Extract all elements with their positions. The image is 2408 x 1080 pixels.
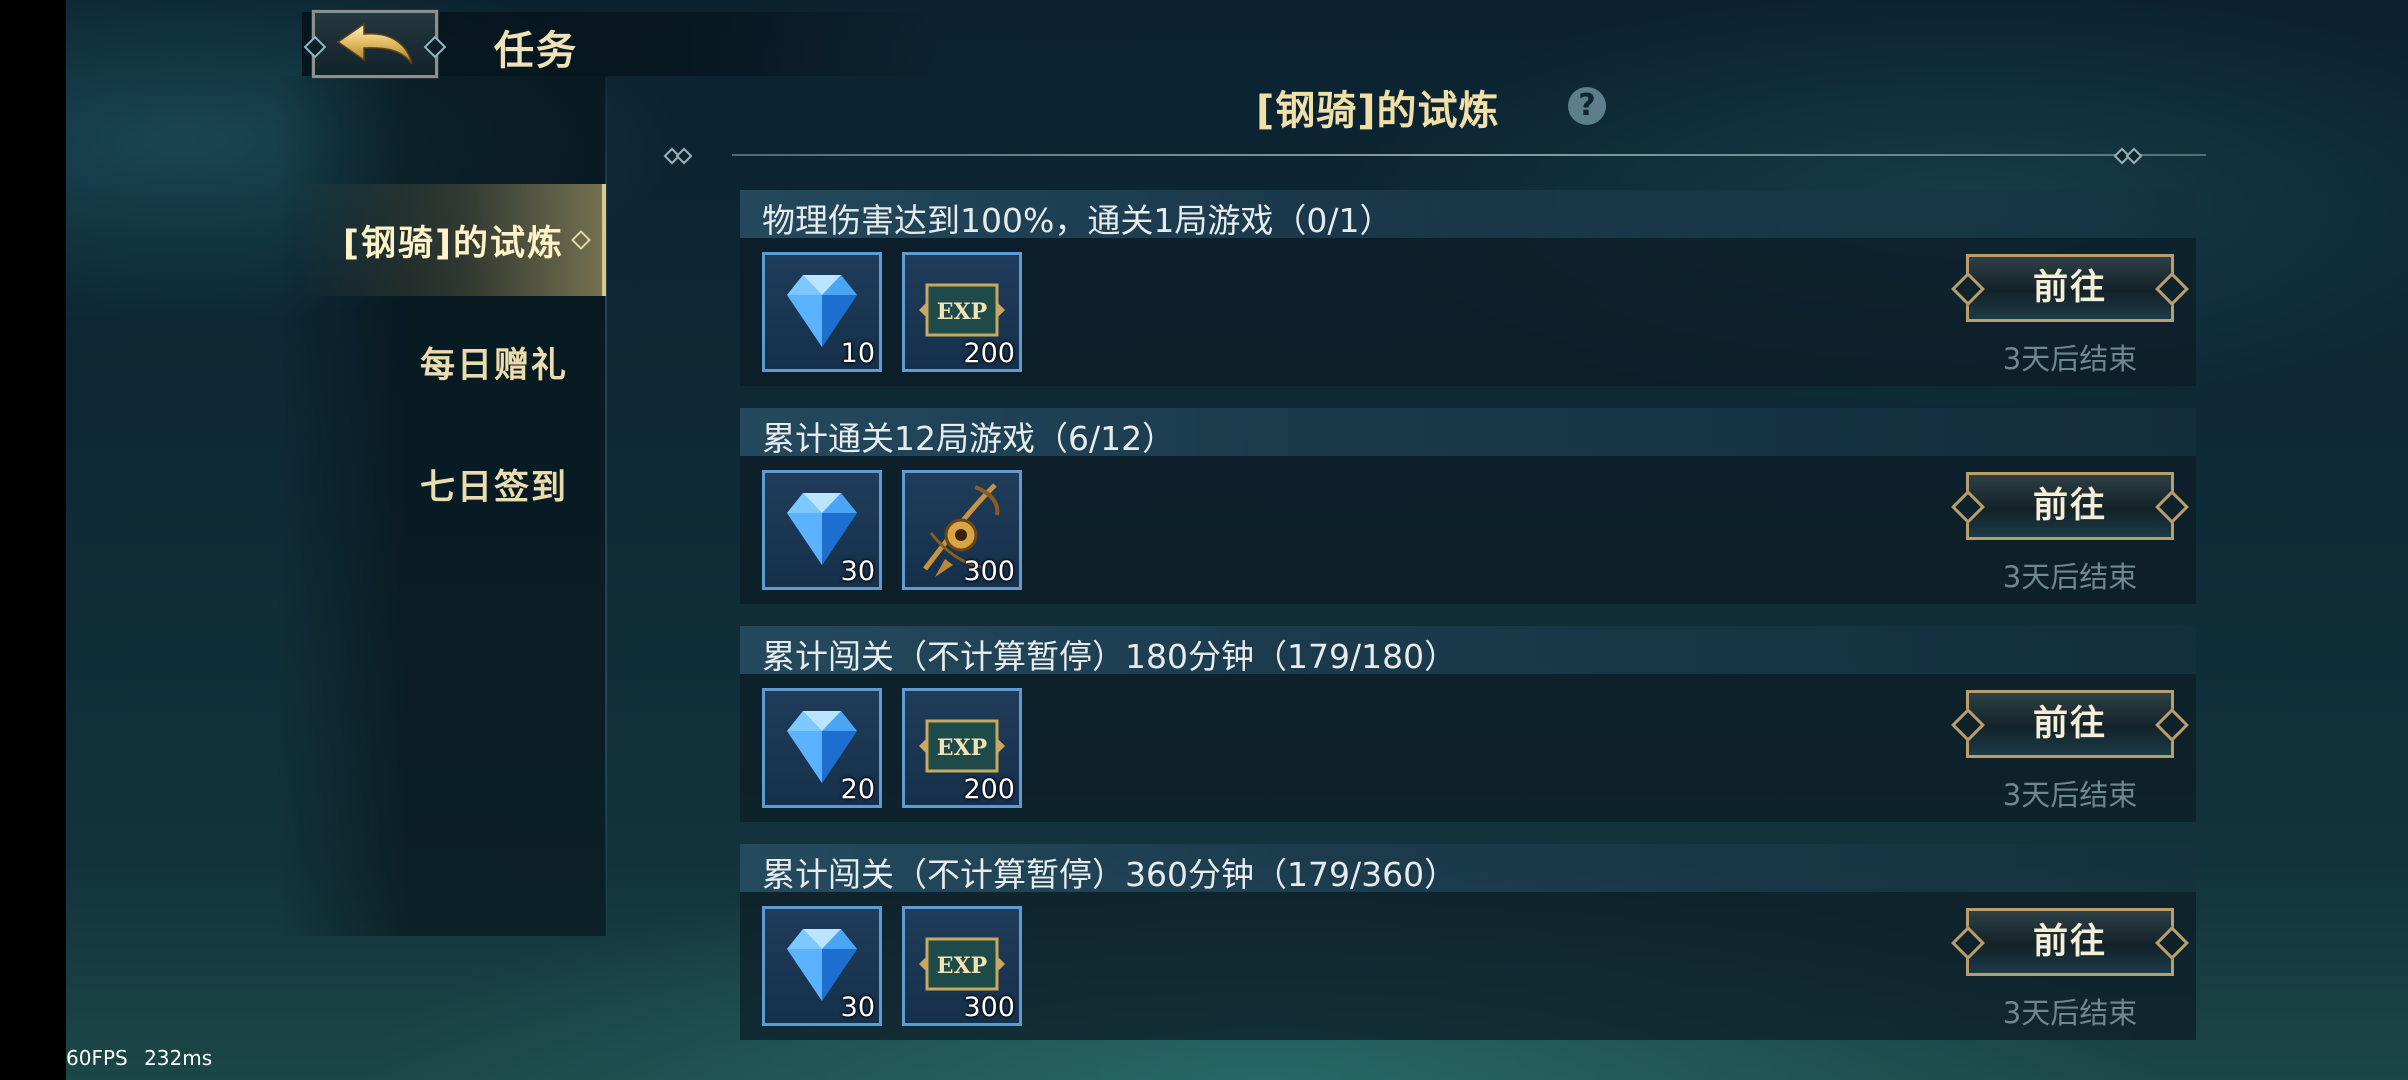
back-button[interactable] bbox=[303, 9, 447, 79]
go-button-label: 前往 bbox=[2032, 268, 2107, 308]
tab-label: 每日赠礼 bbox=[419, 345, 568, 386]
reward-count: 10 bbox=[840, 338, 875, 369]
reward-item[interactable]: EXP 200 bbox=[902, 252, 1022, 372]
tab-steel-knight-trial[interactable]: [钢骑]的试炼 bbox=[294, 184, 606, 296]
reward-item[interactable]: 300 bbox=[902, 470, 1022, 590]
task-header: 累计通关12局游戏（6/12） bbox=[740, 408, 2196, 458]
task-end-time: 3天后结束 bbox=[2002, 996, 2138, 1030]
title-divider bbox=[732, 154, 2206, 156]
page-title: 任务 bbox=[494, 28, 578, 74]
game-screen: 任务 [钢骑]的试炼 每日赠礼 七日签到 [钢骑]的试炼 ? 物理伤害达到100… bbox=[66, 0, 2408, 1080]
task-description: 累计闯关（不计算暂停）180分钟（179/180） bbox=[762, 637, 1458, 676]
go-button-label: 前往 bbox=[2032, 704, 2107, 744]
go-button-label: 前往 bbox=[2032, 922, 2107, 962]
task-end-time: 3天后结束 bbox=[2002, 560, 2138, 594]
divider-cap-icon bbox=[2125, 147, 2143, 165]
reward-count: 200 bbox=[963, 774, 1015, 805]
svg-text:EXP: EXP bbox=[937, 735, 987, 761]
fps-readout: 60FPS bbox=[66, 1046, 128, 1070]
tab-seven-day-signin[interactable]: 七日签到 bbox=[294, 428, 606, 540]
reward-item[interactable]: EXP 300 bbox=[902, 906, 1022, 1026]
help-question-icon[interactable]: ? bbox=[1568, 87, 1606, 125]
latency-readout: 232ms bbox=[144, 1046, 213, 1070]
fps-overlay: 60FPS 232ms bbox=[66, 1046, 212, 1070]
svg-text:EXP: EXP bbox=[937, 299, 987, 325]
task-card: 累计闯关（不计算暂停）180分钟（179/180） 20 EXP 200 前往 … bbox=[740, 626, 2196, 822]
reward-item[interactable]: EXP 200 bbox=[902, 688, 1022, 808]
reward-item[interactable]: 30 bbox=[762, 906, 882, 1026]
back-arrow-icon bbox=[336, 22, 413, 65]
reward-count: 20 bbox=[840, 774, 875, 805]
task-card: 累计闯关（不计算暂停）360分钟（179/360） 30 EXP 300 前往 … bbox=[740, 844, 2196, 1040]
tab-daily-gift[interactable]: 每日赠礼 bbox=[294, 306, 606, 418]
task-description: 物理伤害达到100%，通关1局游戏（0/1） bbox=[762, 201, 1393, 240]
task-end-time: 3天后结束 bbox=[2002, 342, 2138, 376]
go-button[interactable]: 前往 bbox=[1951, 472, 2189, 540]
reward-count: 200 bbox=[963, 338, 1015, 369]
task-header: 累计闯关（不计算暂停）360分钟（179/360） bbox=[740, 844, 2196, 894]
task-description: 累计通关12局游戏（6/12） bbox=[762, 419, 1176, 458]
reward-count: 300 bbox=[963, 992, 1015, 1023]
go-button[interactable]: 前往 bbox=[1951, 908, 2189, 976]
task-card: 累计通关12局游戏（6/12） 30 300 前往 3天后结束 bbox=[740, 408, 2196, 604]
go-button[interactable]: 前往 bbox=[1951, 690, 2189, 758]
reward-item[interactable]: 20 bbox=[762, 688, 882, 808]
reward-count: 30 bbox=[840, 556, 875, 587]
reward-count: 300 bbox=[963, 556, 1015, 587]
go-button[interactable]: 前往 bbox=[1951, 254, 2189, 322]
section-title: [钢骑]的试炼 bbox=[1256, 88, 1500, 134]
svg-text:EXP: EXP bbox=[937, 953, 987, 979]
tab-label: [钢骑]的试炼 bbox=[343, 223, 564, 264]
task-header: 物理伤害达到100%，通关1局游戏（0/1） bbox=[740, 190, 2196, 240]
task-description: 累计闯关（不计算暂停）360分钟（179/360） bbox=[762, 855, 1458, 894]
task-header: 累计闯关（不计算暂停）180分钟（179/180） bbox=[740, 626, 2196, 676]
task-card: 物理伤害达到100%，通关1局游戏（0/1） 10 EXP 200 前往 3天后… bbox=[740, 190, 2196, 386]
reward-count: 30 bbox=[840, 992, 875, 1023]
reward-item[interactable]: 10 bbox=[762, 252, 882, 372]
selected-diamond-icon bbox=[571, 230, 591, 250]
task-end-time: 3天后结束 bbox=[2002, 778, 2138, 812]
tab-label: 七日签到 bbox=[419, 467, 568, 508]
go-button-label: 前往 bbox=[2032, 486, 2107, 526]
reward-item[interactable]: 30 bbox=[762, 470, 882, 590]
divider-cap-icon bbox=[675, 147, 693, 165]
